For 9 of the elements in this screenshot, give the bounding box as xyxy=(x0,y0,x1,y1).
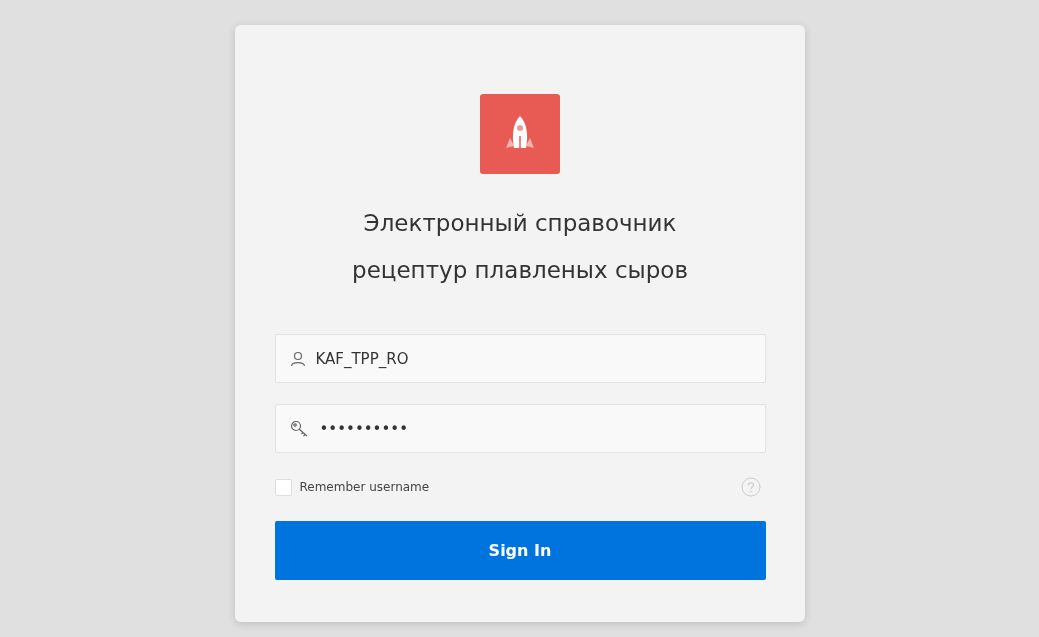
key-icon xyxy=(289,419,310,438)
remember-checkbox[interactable] xyxy=(274,478,292,496)
remember-label: Remember username xyxy=(299,480,431,494)
sign-in-button[interactable]: Sign In xyxy=(274,521,766,580)
user-icon xyxy=(289,350,306,367)
username-field[interactable]: KAF_TPP_RO xyxy=(274,334,766,383)
help-icon[interactable] xyxy=(740,477,761,497)
app-title: Электронный справочник рецептур плавленых сыров xyxy=(351,209,689,285)
password-field[interactable]: •••••••••• xyxy=(274,404,766,453)
